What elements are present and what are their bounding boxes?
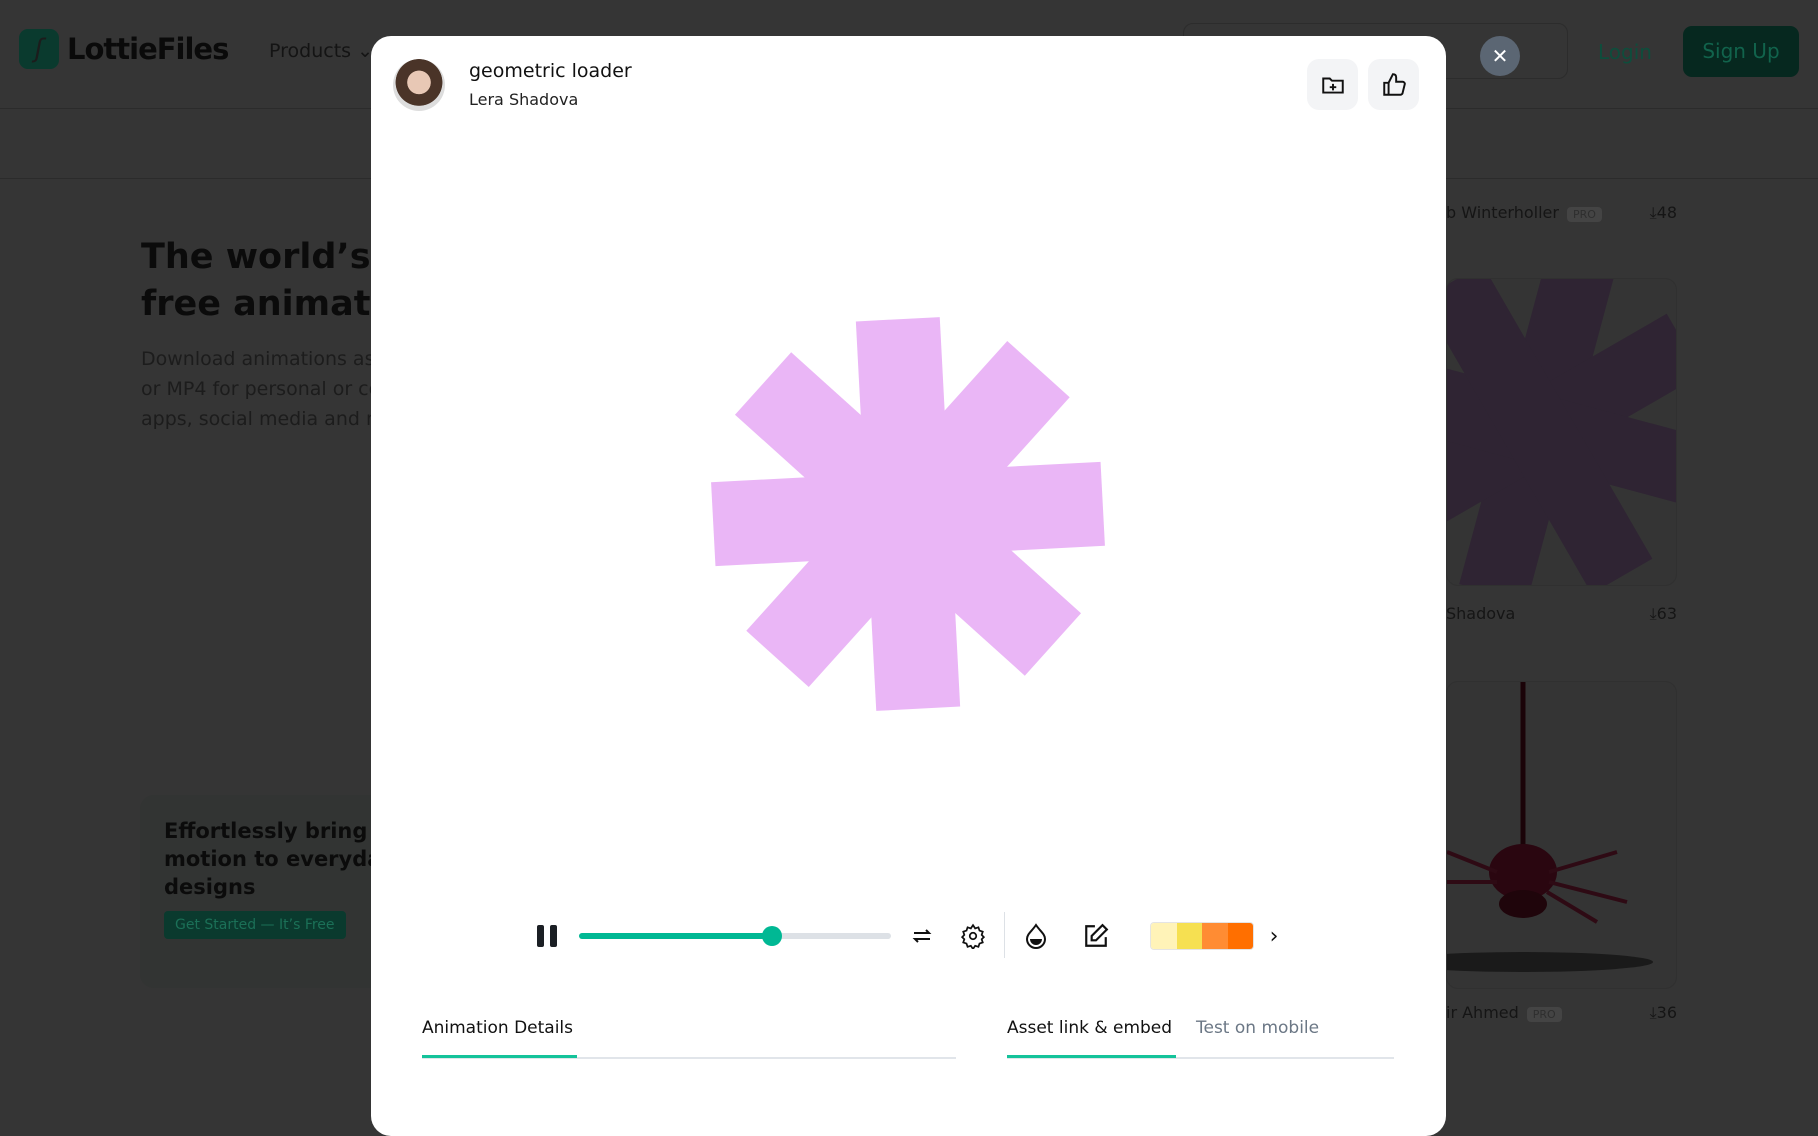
palette-swatch[interactable] xyxy=(1227,923,1253,949)
download-count-value: 48 xyxy=(1656,203,1677,222)
logo-mark-icon: ʃ xyxy=(19,29,59,69)
tab-animation-details[interactable]: Animation Details xyxy=(422,1018,573,1038)
gear-icon xyxy=(960,923,986,949)
palette-swatch[interactable] xyxy=(1202,923,1228,949)
palette-next-button[interactable]: › xyxy=(1264,916,1284,956)
download-count-value: 36 xyxy=(1656,1003,1677,1022)
card-meta: Shadova ⤓63 xyxy=(1446,604,1677,624)
pause-icon xyxy=(537,925,557,947)
close-icon: ✕ xyxy=(1491,44,1509,68)
settings-button[interactable] xyxy=(959,916,987,956)
palette-swatch[interactable] xyxy=(1176,923,1202,949)
active-tab-indicator xyxy=(422,1055,577,1058)
tab-asset-link-embed[interactable]: Asset link & embed xyxy=(1007,1018,1172,1038)
thumbs-up-icon xyxy=(1382,72,1406,96)
author-name[interactable]: Lera Shadova xyxy=(469,90,578,109)
animation-modal: geometric loader Lera Shadova › Animatio… xyxy=(371,36,1446,1136)
star-thumbnail xyxy=(1447,279,1676,585)
logo[interactable]: ʃ LottieFiles xyxy=(19,29,229,69)
author-avatar[interactable] xyxy=(393,59,445,111)
seek-slider[interactable] xyxy=(579,926,891,946)
seek-progress xyxy=(579,933,773,939)
palette-swatch[interactable] xyxy=(1151,923,1177,949)
animation-card[interactable] xyxy=(1446,278,1677,586)
animation-card[interactable] xyxy=(1446,681,1677,989)
hero-description: Download animations as or MP4 for persona… xyxy=(141,344,384,434)
edit-button[interactable] xyxy=(1082,916,1110,956)
download-count: ⤓63 xyxy=(1649,604,1677,623)
hero-desc-line: or MP4 for personal or co xyxy=(141,378,381,400)
card-meta: ir Ahmed PRO ⤓36 xyxy=(1446,1003,1677,1023)
chevron-right-icon: › xyxy=(1269,923,1279,949)
loop-button[interactable] xyxy=(908,916,936,956)
pro-badge: PRO xyxy=(1526,1007,1562,1022)
folder-plus-icon xyxy=(1321,77,1344,94)
tab-test-on-mobile[interactable]: Test on mobile xyxy=(1196,1018,1319,1038)
login-link[interactable]: Login xyxy=(1598,40,1652,64)
background-color-button[interactable] xyxy=(1022,916,1050,956)
card-author[interactable]: ir Ahmed xyxy=(1446,1003,1519,1022)
pro-badge: PRO xyxy=(1566,207,1602,222)
get-started-button[interactable]: Get Started — It’s Free xyxy=(164,911,346,939)
animation-preview xyxy=(711,317,1105,711)
nav-products[interactable]: Products ⌄ xyxy=(269,40,373,62)
close-button[interactable]: ✕ xyxy=(1480,36,1520,76)
download-count: ⤓48 xyxy=(1649,203,1677,222)
hero-desc-line: apps, social media and m xyxy=(141,408,385,430)
hero-desc-line: Download animations as xyxy=(141,348,375,370)
seek-handle[interactable] xyxy=(762,926,783,946)
signup-button[interactable]: Sign Up xyxy=(1683,26,1799,77)
active-tab-indicator xyxy=(1007,1055,1176,1058)
card-author[interactable]: Shadova xyxy=(1446,604,1515,624)
edit-icon xyxy=(1085,923,1109,947)
add-to-collection-button[interactable] xyxy=(1307,59,1358,110)
animation-title: geometric loader xyxy=(469,60,632,82)
spider-thumbnail xyxy=(1447,682,1653,972)
card-author[interactable]: b Winterholler xyxy=(1446,203,1559,222)
download-count: ⤓36 xyxy=(1649,1003,1677,1022)
card-meta: b Winterholler PRO ⤓48 xyxy=(1446,203,1677,223)
droplet-icon xyxy=(1025,923,1047,949)
like-button[interactable] xyxy=(1368,59,1419,110)
controls-divider xyxy=(1004,912,1005,958)
logo-text: LottieFiles xyxy=(67,32,229,66)
download-count-value: 63 xyxy=(1656,604,1677,623)
pause-button[interactable] xyxy=(534,916,562,956)
nav-label: Products xyxy=(269,40,352,62)
repeat-icon xyxy=(912,929,932,943)
color-palette[interactable] xyxy=(1150,922,1254,950)
